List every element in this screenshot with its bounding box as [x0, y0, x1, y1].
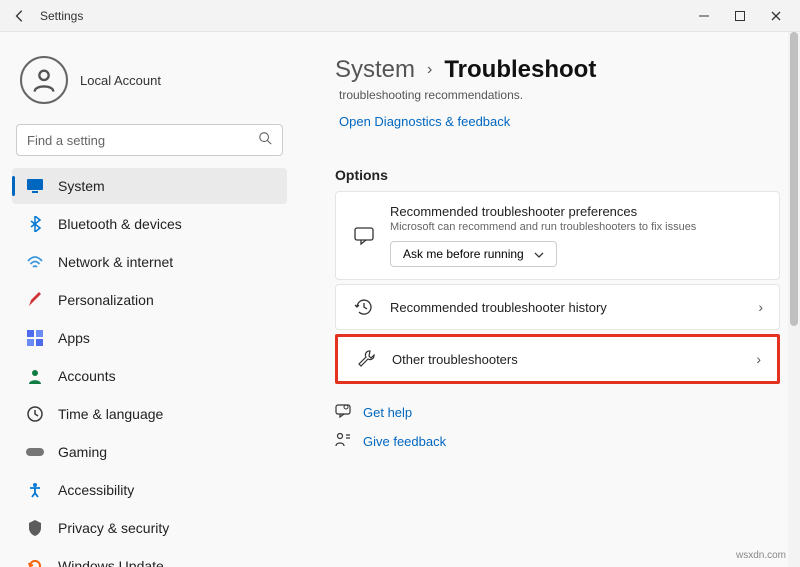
- watermark: wsxdn.com: [736, 550, 786, 561]
- titlebar: Settings: [0, 0, 800, 32]
- nav-label: Time & language: [58, 406, 163, 422]
- account-row[interactable]: Local Account: [4, 48, 295, 120]
- close-button[interactable]: [768, 8, 784, 24]
- apps-icon: [26, 329, 44, 347]
- window-controls: [696, 8, 792, 24]
- history-icon: [352, 297, 376, 317]
- pref-dropdown[interactable]: Ask me before running: [390, 241, 557, 267]
- scrollbar[interactable]: [788, 32, 800, 567]
- nav-time-language[interactable]: Time & language: [12, 396, 287, 432]
- nav-label: Privacy & security: [58, 520, 169, 536]
- gaming-icon: [26, 443, 44, 461]
- chevron-right-icon: ›: [756, 351, 761, 367]
- nav-personalization[interactable]: Personalization: [12, 282, 287, 318]
- arrow-left-icon: [13, 9, 27, 23]
- update-icon: [26, 557, 44, 567]
- nav-label: Personalization: [58, 292, 154, 308]
- search-placeholder: Find a setting: [27, 133, 105, 148]
- help-icon: [335, 404, 353, 421]
- nav-accessibility[interactable]: Accessibility: [12, 472, 287, 508]
- search-icon: [258, 131, 272, 150]
- nav-label: Network & internet: [58, 254, 173, 270]
- nav-label: Apps: [58, 330, 90, 346]
- history-title: Recommended troubleshooter history: [390, 300, 744, 315]
- nav-label: Accessibility: [58, 482, 134, 498]
- get-help-label: Get help: [363, 405, 412, 420]
- nav-network[interactable]: Network & internet: [12, 244, 287, 280]
- chat-icon: [352, 227, 376, 245]
- bluetooth-icon: [26, 215, 44, 233]
- network-icon: [26, 253, 44, 271]
- other-title: Other troubleshooters: [392, 352, 742, 367]
- give-feedback-label: Give feedback: [363, 434, 446, 449]
- history-card[interactable]: Recommended troubleshooter history ›: [335, 284, 780, 330]
- help-links: Get help Give feedback: [335, 404, 780, 450]
- system-icon: [26, 177, 44, 195]
- search-input[interactable]: Find a setting: [16, 124, 283, 156]
- preferences-card: Recommended troubleshooter preferences M…: [335, 191, 780, 280]
- window-title: Settings: [40, 9, 83, 23]
- sidebar: Local Account Find a setting System Blue…: [0, 32, 295, 567]
- accessibility-icon: [26, 481, 44, 499]
- pref-title: Recommended troubleshooter preferences: [390, 204, 763, 219]
- clock-icon: [26, 405, 44, 423]
- avatar: [20, 56, 68, 104]
- nav-apps[interactable]: Apps: [12, 320, 287, 356]
- nav-label: Accounts: [58, 368, 116, 384]
- header-subtext: troubleshooting recommendations.: [339, 88, 780, 102]
- nav-accounts[interactable]: Accounts: [12, 358, 287, 394]
- dropdown-label: Ask me before running: [403, 247, 524, 261]
- person-icon: [30, 66, 58, 94]
- shield-icon: [26, 519, 44, 537]
- breadcrumb: System › Troubleshoot: [335, 56, 780, 84]
- pref-subtitle: Microsoft can recommend and run troubles…: [390, 221, 763, 233]
- breadcrumb-parent[interactable]: System: [335, 56, 415, 84]
- nav-label: System: [58, 178, 105, 194]
- nav-windows-update[interactable]: Windows Update: [12, 548, 287, 567]
- nav-label: Bluetooth & devices: [58, 216, 182, 232]
- accounts-icon: [26, 367, 44, 385]
- nav-system[interactable]: System: [12, 168, 287, 204]
- nav-label: Gaming: [58, 444, 107, 460]
- maximize-button[interactable]: [732, 8, 748, 24]
- back-button[interactable]: [8, 4, 32, 28]
- main-content: System › Troubleshoot troubleshooting re…: [295, 32, 800, 567]
- feedback-icon: [335, 433, 353, 450]
- chevron-right-icon: ›: [427, 61, 432, 79]
- chevron-down-icon: [534, 247, 544, 261]
- personalization-icon: [26, 291, 44, 309]
- diagnostics-link[interactable]: Open Diagnostics & feedback: [339, 114, 510, 129]
- breadcrumb-current: Troubleshoot: [444, 56, 596, 84]
- other-troubleshooters-card[interactable]: Other troubleshooters ›: [335, 334, 780, 384]
- account-name: Local Account: [80, 73, 161, 88]
- get-help-link[interactable]: Get help: [335, 404, 780, 421]
- nav-bluetooth[interactable]: Bluetooth & devices: [12, 206, 287, 242]
- options-heading: Options: [335, 167, 780, 183]
- chevron-right-icon: ›: [758, 299, 763, 315]
- give-feedback-link[interactable]: Give feedback: [335, 433, 780, 450]
- nav-privacy[interactable]: Privacy & security: [12, 510, 287, 546]
- wrench-icon: [354, 349, 378, 369]
- minimize-button[interactable]: [696, 8, 712, 24]
- nav-gaming[interactable]: Gaming: [12, 434, 287, 470]
- scrollbar-thumb[interactable]: [790, 32, 798, 326]
- nav-label: Windows Update: [58, 558, 164, 567]
